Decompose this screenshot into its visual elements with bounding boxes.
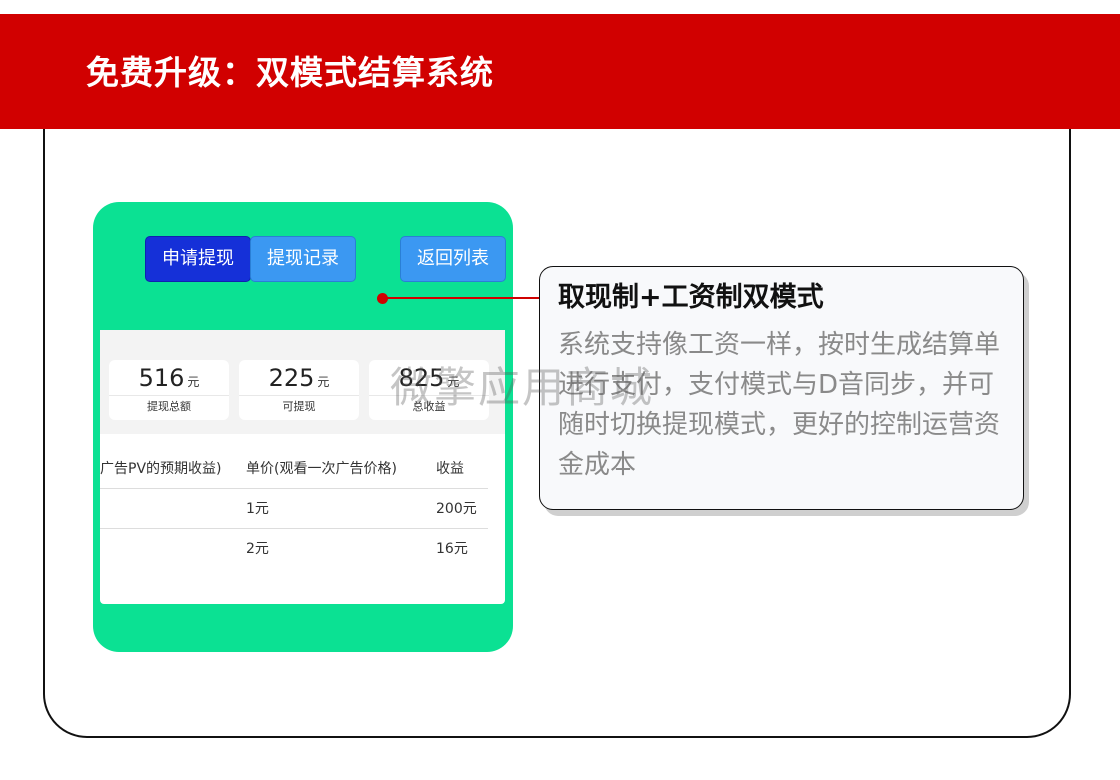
- stat-card-total-earnings: 825 元 总收益: [369, 360, 489, 420]
- callout-body: 系统支持像工资一样，按时生成结算单进行支付，支付模式与D音同步，并可随时切换提现…: [558, 330, 1001, 480]
- earnings-panel: 516 元 提现总额 225 元 可提现 825 元 总收益 广告PV的预期收益) 单…: [100, 330, 505, 604]
- stat-card-total-withdrawn: 516 元 提现总额: [109, 360, 229, 420]
- callout-connector-dot: [377, 293, 388, 304]
- stat-unit: 元: [187, 375, 200, 389]
- table-header-earnings: 收益: [436, 461, 464, 477]
- table-header-unit-price: 单价(观看一次广告价格): [246, 461, 397, 477]
- stat-value: 825: [398, 364, 445, 392]
- stat-value: 225: [268, 364, 315, 392]
- apply-withdraw-button[interactable]: 申请提现: [145, 236, 251, 282]
- back-to-list-button[interactable]: 返回列表: [400, 236, 506, 282]
- feature-callout: 取现制+工资制双模式 系统支持像工资一样，按时生成结算单进行支付，支付模式与D音…: [539, 266, 1024, 510]
- stats-area: 516 元 提现总额 225 元 可提现 825 元 总收益: [100, 330, 505, 434]
- stat-unit: 元: [317, 375, 330, 389]
- callout-title: 取现制+工资制双模式: [558, 282, 824, 313]
- table-header-expected-earnings: 广告PV的预期收益): [100, 461, 222, 477]
- stat-value: 516: [138, 364, 185, 392]
- stat-card-withdrawable: 225 元 可提现: [239, 360, 359, 420]
- stat-unit: 元: [447, 375, 460, 389]
- table-cell: 200元: [436, 501, 477, 517]
- earnings-table: 广告PV的预期收益) 单价(观看一次广告价格) 收益 1元 200元 2元 16…: [100, 434, 505, 604]
- stat-label: 提现总额: [147, 400, 191, 413]
- table-cell: 16元: [436, 541, 468, 557]
- callout-connector-line: [383, 297, 541, 299]
- phone-screenshot: 申请提现 提现记录 返回列表 516 元 提现总额 225 元 可提现 825 元 总…: [93, 202, 513, 652]
- stat-label: 可提现: [282, 400, 316, 413]
- withdraw-record-button[interactable]: 提现记录: [250, 236, 356, 282]
- table-cell: 2元: [246, 541, 269, 557]
- stat-label: 总收益: [412, 400, 446, 413]
- page-title: 免费升级：双模式结算系统: [86, 53, 494, 92]
- table-cell: 1元: [246, 501, 269, 517]
